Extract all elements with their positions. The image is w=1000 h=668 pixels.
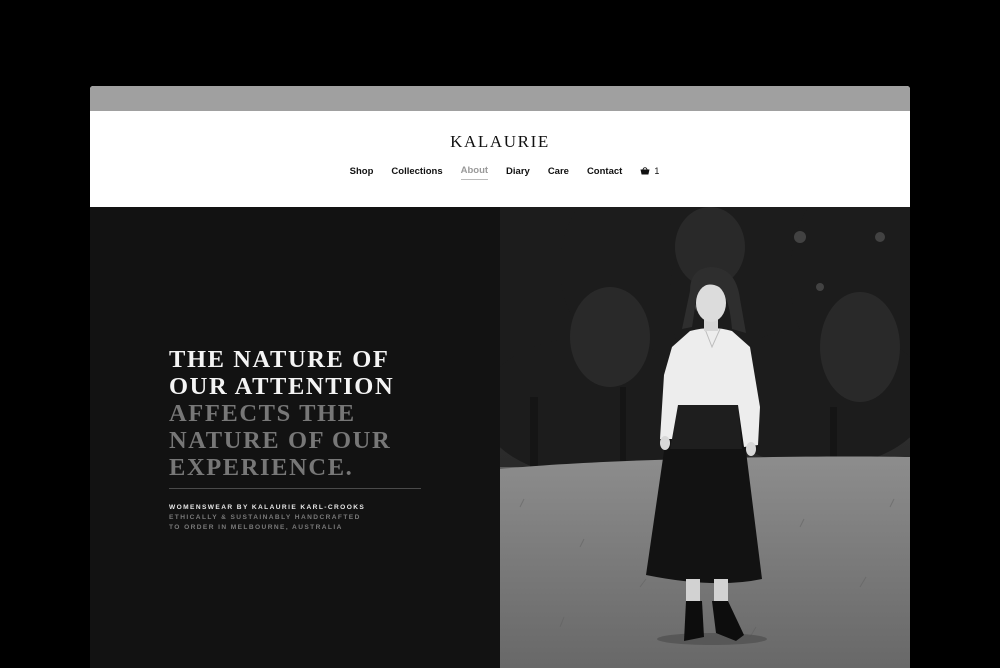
cart-count: 1	[654, 166, 660, 176]
hero-divider	[169, 488, 421, 489]
site-logo[interactable]: KALAURIE	[90, 132, 910, 152]
headline-line: OUR ATTENTION	[169, 373, 395, 400]
hero-meta: WOMENSWEAR BY KALAURIE KARL-CROOKS ETHIC…	[169, 503, 365, 533]
meta-line: TO ORDER IN MELBOURNE, AUSTRALIA	[169, 524, 343, 531]
nav-item-care[interactable]: Care	[548, 166, 569, 180]
nav-item-diary[interactable]: Diary	[506, 166, 530, 180]
headline-line: EXPERIENCE.	[169, 454, 354, 481]
site-header: KALAURIE Shop Collections About Diary Ca…	[90, 111, 910, 207]
basket-icon	[640, 167, 650, 175]
meta-title: WOMENSWEAR BY KALAURIE KARL-CROOKS	[169, 504, 366, 511]
hero-photo-panel	[500, 207, 910, 668]
hero-photo	[500, 207, 910, 668]
hero-section: THE NATURE OF OUR ATTENTION AFFECTS THE …	[90, 207, 910, 668]
hero-text-panel: THE NATURE OF OUR ATTENTION AFFECTS THE …	[90, 207, 500, 668]
headline-line: THE NATURE OF	[169, 346, 390, 373]
cart-button[interactable]: 1	[640, 166, 659, 179]
browser-window: KALAURIE Shop Collections About Diary Ca…	[90, 86, 910, 668]
headline-line: AFFECTS THE	[169, 400, 356, 427]
meta-line: ETHICALLY & SUSTAINABLY HANDCRAFTED	[169, 514, 361, 521]
nav-item-collections[interactable]: Collections	[391, 166, 442, 180]
nav-item-about[interactable]: About	[460, 165, 489, 180]
headline-line: NATURE OF OUR	[169, 427, 392, 454]
nav-item-shop[interactable]: Shop	[350, 166, 374, 180]
hero-headline: THE NATURE OF OUR ATTENTION AFFECTS THE …	[169, 346, 394, 481]
main-nav: Shop Collections About Diary Care Contac…	[90, 165, 910, 180]
nav-item-contact[interactable]: Contact	[587, 166, 622, 180]
browser-toolbar	[90, 86, 910, 111]
